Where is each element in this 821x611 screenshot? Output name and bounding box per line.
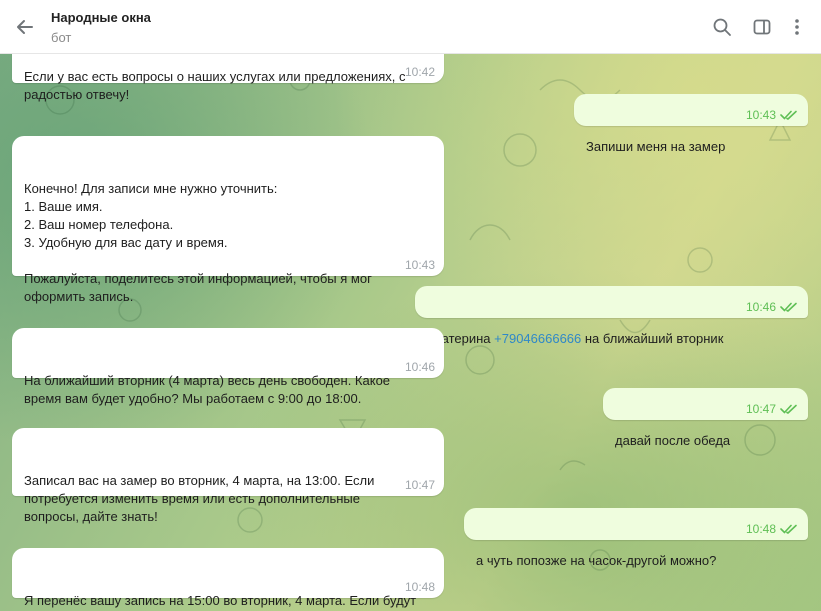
message-text: Конечно! Для записи мне нужно уточнить: … (24, 181, 372, 304)
message-text: давай после обеда (615, 433, 731, 448)
message-time: 10:43 (745, 108, 776, 122)
message-outgoing[interactable]: Екатерина +79046666666 на ближайший втор… (415, 286, 808, 346)
chat-header: Народные окна бот (0, 0, 821, 54)
search-icon[interactable] (711, 16, 733, 38)
message-time: 10:43 (404, 258, 435, 272)
sidebar-panel-icon[interactable] (751, 16, 773, 38)
double-check-icon (780, 524, 797, 534)
message-text-part: на ближайший вторник (581, 331, 724, 346)
message-text: Запиши меня на замер (586, 139, 726, 154)
message-time: 10:47 (745, 402, 776, 416)
message-incoming[interactable]: Я перенёс вашу запись на 15:00 во вторни… (12, 548, 444, 608)
message-time: 10:46 (745, 300, 776, 314)
message-text: Я перенёс вашу запись на 15:00 во вторни… (24, 593, 417, 608)
double-check-icon (780, 302, 797, 312)
message-text: Если у вас есть вопросы о наших услугах … (24, 69, 410, 102)
message-text: На ближайший вторник (4 марта) весь день… (24, 373, 391, 406)
double-check-icon (780, 404, 797, 414)
message-time: 10:47 (404, 478, 435, 492)
message-outgoing[interactable]: а чуть попозже на часок-другой можно? 10… (464, 508, 808, 568)
message-text: Екатерина +79046666666 на ближайший втор… (427, 330, 796, 348)
message-text: Записал вас на замер во вторник, 4 марта… (24, 473, 375, 524)
chat-subtitle: бот (51, 30, 72, 45)
double-check-icon (780, 110, 797, 120)
message-incoming[interactable]: Конечно! Для записи мне нужно уточнить: … (12, 136, 444, 304)
message-list[interactable]: Если у вас есть вопросы о наших услугах … (0, 0, 821, 611)
message-time: 10:48 (745, 522, 776, 536)
message-incoming[interactable]: Записал вас на замер во вторник, 4 марта… (12, 428, 444, 524)
more-vertical-icon[interactable] (786, 16, 808, 38)
message-outgoing[interactable]: Запиши меня на замер 10:43 (574, 94, 808, 154)
back-arrow-icon[interactable] (12, 14, 38, 40)
message-text: а чуть попозже на часок-другой можно? (476, 553, 717, 568)
message-time: 10:42 (404, 65, 435, 79)
chat-title[interactable]: Народные окна (51, 10, 151, 25)
message-time: 10:48 (404, 580, 435, 594)
message-outgoing[interactable]: давай после обеда 10:47 (603, 388, 808, 448)
message-incoming[interactable]: На ближайший вторник (4 марта) весь день… (12, 328, 444, 406)
phone-link[interactable]: +79046666666 (494, 331, 581, 346)
message-time: 10:46 (404, 360, 435, 374)
